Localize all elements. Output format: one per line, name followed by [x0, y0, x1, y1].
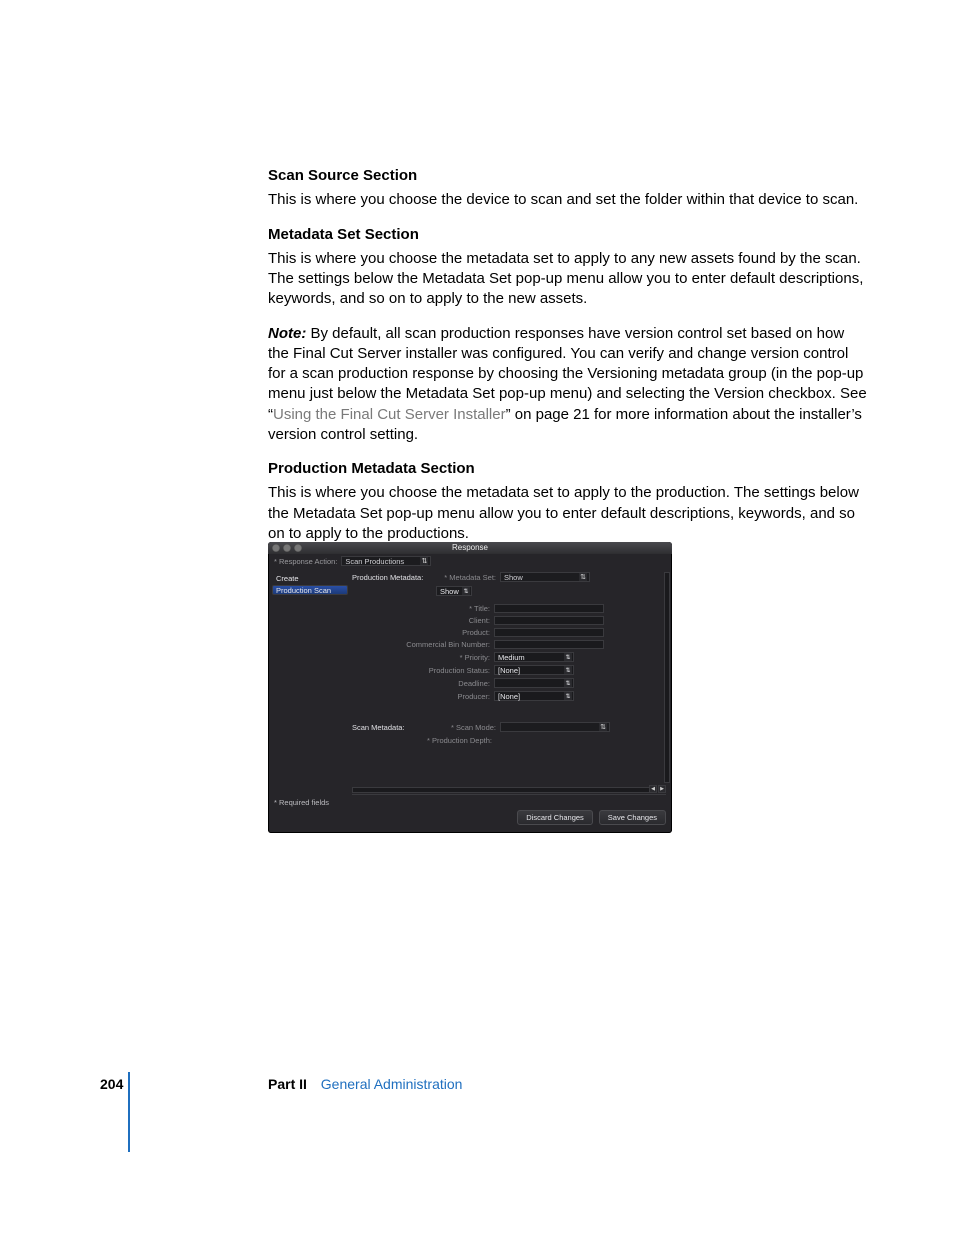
production-status-label: Production Status: — [352, 666, 490, 675]
scroll-buttons: ◀ ▶ — [648, 785, 666, 793]
chevron-updown-icon: ⇅ — [420, 557, 428, 565]
client-input[interactable] — [494, 616, 604, 625]
para-metadata-set: This is where you choose the metadata se… — [268, 249, 868, 310]
divider — [352, 794, 666, 795]
horizontal-scrollbar[interactable] — [352, 787, 654, 793]
chevron-updown-icon: ⇅ — [564, 679, 572, 687]
title-label: * Title: — [352, 604, 490, 613]
save-changes-button[interactable]: Save Changes — [599, 810, 666, 825]
producer-value: [None] — [498, 692, 520, 701]
chevron-updown-icon: ⇅ — [579, 573, 587, 581]
chevron-updown-icon: ⇅ — [564, 666, 572, 674]
sidebar-item-production-scan[interactable]: Production Scan — [272, 585, 348, 595]
producer-label: Producer: — [352, 692, 490, 701]
client-label: Client: — [352, 616, 490, 625]
cbn-input[interactable] — [494, 640, 604, 649]
note-xref[interactable]: Using the Final Cut Server Installer — [273, 406, 506, 423]
product-label: Product: — [352, 628, 490, 637]
producer-select[interactable]: [None] ⇅ — [494, 691, 574, 701]
chevron-updown-icon: ⇅ — [564, 653, 572, 661]
para-production-metadata: This is where you choose the metadata se… — [268, 483, 868, 544]
scroll-right-button[interactable]: ▶ — [658, 785, 666, 793]
para-scan-source: This is where you choose the device to s… — [268, 190, 868, 210]
product-input[interactable] — [494, 628, 604, 637]
response-window: Response * Response Action: Scan Product… — [268, 542, 672, 833]
production-metadata-label: Production Metadata: — [352, 573, 438, 582]
sidebar-item-create[interactable]: Create — [272, 572, 348, 585]
scan-mode-popup[interactable]: ⇅ — [500, 722, 610, 732]
production-status-select[interactable]: [None] ⇅ — [494, 665, 574, 675]
chevron-updown-icon: ⇅ — [599, 723, 607, 731]
priority-label: * Priority: — [352, 653, 490, 662]
page-number: 204 — [100, 1076, 123, 1092]
chevron-updown-icon: ⇅ — [564, 692, 572, 700]
scroll-left-button[interactable]: ◀ — [649, 785, 657, 793]
deadline-select[interactable]: ⇅ — [494, 678, 574, 688]
para-note: Note: By default, all scan production re… — [268, 324, 868, 446]
window-title: Response — [268, 543, 672, 552]
metadata-set-label: * Metadata Set: — [442, 573, 496, 582]
heading-metadata-set: Metadata Set Section — [268, 225, 868, 245]
scan-metadata-label: Scan Metadata: — [352, 723, 438, 732]
cbn-label: Commercial Bin Number: — [352, 640, 490, 649]
production-depth-label: * Production Depth: — [352, 736, 492, 745]
title-input[interactable] — [494, 604, 604, 613]
response-action-popup[interactable]: Scan Productions ⇅ — [341, 556, 431, 566]
footer-rule — [128, 1072, 130, 1152]
priority-select[interactable]: Medium ⇅ — [494, 652, 574, 662]
heading-scan-source: Scan Source Section — [268, 166, 868, 186]
footer-title: General Administration — [321, 1076, 463, 1092]
form-body: Production Metadata: * Metadata Set: Sho… — [352, 572, 666, 785]
chevron-updown-icon: ⇅ — [462, 587, 470, 595]
response-action-value: Scan Productions — [345, 557, 404, 566]
footer: Part II General Administration — [268, 1076, 462, 1092]
titlebar: Response — [268, 542, 672, 554]
subgroup-popup[interactable]: Show ⇅ — [436, 586, 472, 596]
metadata-set-value: Show — [504, 573, 523, 582]
discard-changes-button[interactable]: Discard Changes — [517, 810, 593, 825]
response-action-label: * Response Action: — [274, 557, 337, 566]
metadata-set-popup[interactable]: Show ⇅ — [500, 572, 590, 582]
priority-value: Medium — [498, 653, 525, 662]
required-fields-note: * Required fields — [274, 798, 329, 807]
scan-mode-label: * Scan Mode: — [442, 723, 496, 732]
heading-production-metadata: Production Metadata Section — [268, 459, 868, 479]
subgroup-value: Show — [440, 587, 459, 596]
deadline-label: Deadline: — [352, 679, 490, 688]
sidebar: Create Production Scan — [272, 572, 348, 595]
note-label: Note: — [268, 325, 306, 342]
footer-part: Part II — [268, 1076, 307, 1092]
production-status-value: [None] — [498, 666, 520, 675]
